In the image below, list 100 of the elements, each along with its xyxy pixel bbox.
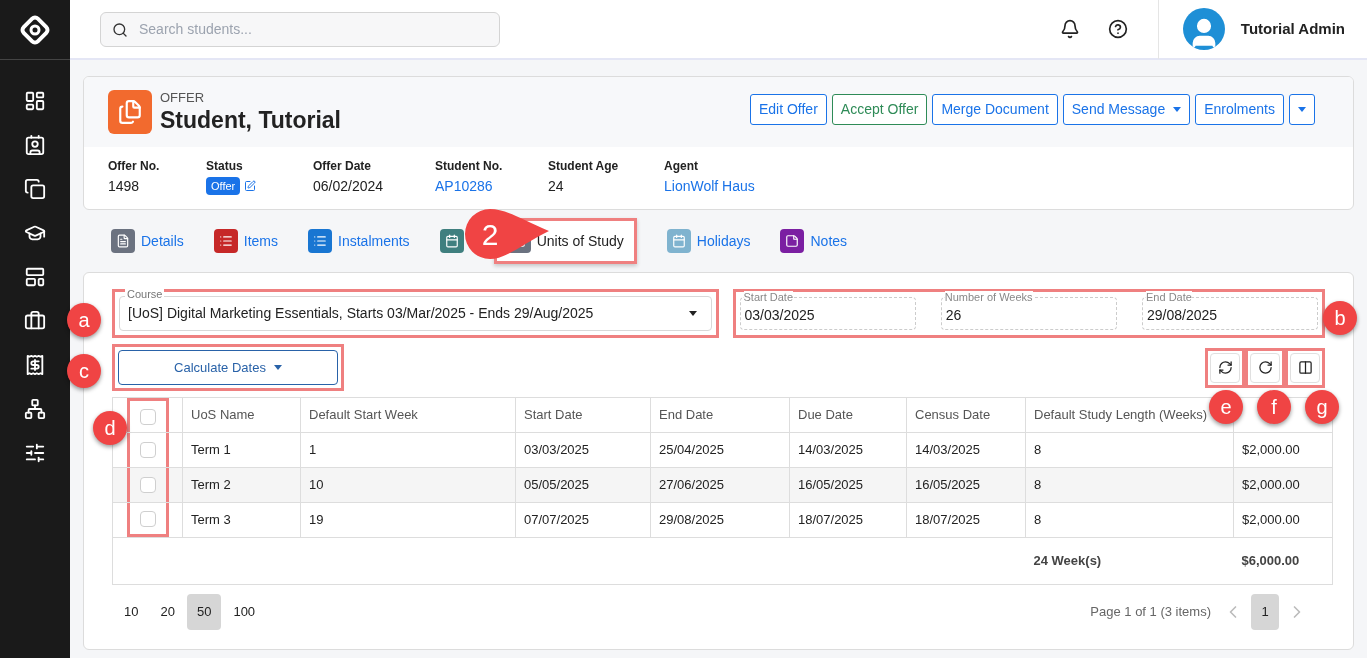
field-label: Offer Date [313,158,372,175]
field-value: 1498 [108,177,141,196]
action-button[interactable]: Edit Offer [749,93,827,125]
sidebar-nav-icon[interactable] [24,354,46,376]
field-label: End Date [1146,291,1192,303]
sidebar-nav-icon[interactable] [24,90,46,112]
more-actions-button[interactable] [1289,93,1315,125]
sidebar-nav-icon[interactable] [24,398,46,420]
callout-badge: f [1257,390,1291,424]
rotate-icon [1257,360,1273,375]
callout-badge: a [67,303,101,337]
page-button[interactable]: 1 [1251,594,1279,630]
table-cell: $2,000.00 [1233,432,1333,468]
caret-icon [1298,106,1306,112]
column-header[interactable]: Due Date [789,397,907,433]
sidebar-nav-icon[interactable] [24,442,46,464]
table-cell: 05/05/2025 [515,467,651,503]
caret-icon [273,365,282,370]
table-cell: 18/07/2025 [906,502,1026,538]
callout-badge: d [93,411,127,445]
action-button[interactable]: Enrolments [1195,93,1284,125]
tab[interactable]: Notes [780,218,848,264]
edit-icon[interactable] [244,180,257,192]
page-info: Page 1 of 1 (3 items) [1090,603,1211,622]
tab[interactable]: Details [111,218,184,264]
user-name: Tutorial Admin [1240,18,1345,39]
field-value: 06/02/2024 [313,177,385,196]
status-badge: Offer [206,176,241,196]
field-label: Agent [664,158,699,175]
checkbox[interactable] [139,408,156,425]
action-button[interactable]: Accept Offer [831,93,928,125]
column-header[interactable]: Start Date [515,397,651,433]
columns-icon [1297,360,1313,375]
field-label: Student No. [435,158,504,175]
checkbox[interactable] [139,477,156,493]
offer-label: OFFER [160,90,206,106]
sidebar-nav-icon[interactable] [24,134,46,156]
table-cell: 14/03/2025 [906,432,1026,468]
column-header[interactable]: UoS Name [182,397,301,433]
field-value: 24 [548,177,565,196]
checkbox[interactable] [139,510,156,527]
offer-title: Student, Tutorial [160,106,341,134]
table-cell: $2,000.00 [1233,502,1333,538]
caret-icon [688,311,697,316]
sidebar-nav-icon[interactable] [24,310,46,332]
page-size-option[interactable]: 100 [223,594,266,630]
field-label: Start Date [743,291,794,303]
table-cell: 03/03/2025 [515,432,651,468]
sidebar-nav-icon[interactable] [24,178,46,200]
field-link[interactable]: LionWolf Haus [664,175,784,197]
table-cell: Term 3 [182,502,301,538]
total-amount: $6,000.00 [1233,537,1333,585]
table-cell: 25/04/2025 [650,432,790,468]
table-cell: 07/07/2025 [515,502,651,538]
user-avatar[interactable] [1182,8,1225,50]
column-header[interactable]: End Date [650,397,790,433]
field-label: Number of Weeks [944,291,1033,303]
field-label: Course [125,288,165,301]
table-cell: Term 1 [182,432,301,468]
search-field[interactable]: Search students... [100,11,500,47]
table-cell: 16/05/2025 [789,467,907,503]
table-cell: $2,000.00 [1233,467,1333,503]
caret-icon [1173,106,1182,112]
notification-bell-icon[interactable] [1059,19,1080,39]
callout-badge: c [67,354,101,388]
calculate-dates-button[interactable]: Calculate Dates [118,350,338,385]
table-cell: 16/05/2025 [906,467,1026,503]
page-size-option[interactable]: 50 [186,594,222,630]
table-cell: 10 [300,467,516,503]
column-header[interactable]: Default Start Week [300,397,516,433]
checkbox[interactable] [139,442,156,458]
table-cell: 8 [1025,502,1234,538]
help-icon[interactable] [1107,19,1128,39]
table-cell: 14/03/2025 [789,432,907,468]
table-cell: 19 [300,502,516,538]
refresh-icon [1217,360,1233,375]
table-cell: 18/07/2025 [789,502,907,538]
field-label: Student Age [548,158,620,175]
action-button[interactable]: Send Message [1062,93,1191,125]
tab[interactable]: Items [213,218,279,264]
tab[interactable]: Instalments [308,218,410,264]
field-link[interactable]: AP10286 [435,175,548,197]
field-label: Status [206,158,244,175]
table-cell: 29/08/2025 [650,502,790,538]
callout-badge: b [1323,301,1357,335]
table-cell: Term 2 [182,467,301,503]
table-cell: 1 [300,432,516,468]
action-button[interactable]: Merge Document [932,93,1058,125]
total-weeks: 24 Week(s) [1025,537,1234,585]
column-header[interactable]: Census Date [906,397,1026,433]
sidebar-nav-icon[interactable] [24,266,46,288]
page-size-option[interactable]: 10 [114,594,149,630]
search-icon [112,21,128,38]
offer-icon [108,90,152,134]
callout-badge: e [1209,390,1243,424]
tab[interactable]: Holidays [666,218,751,264]
table-cell: 8 [1025,432,1234,468]
page-size-option[interactable]: 20 [150,594,185,630]
callout-badge: g [1305,390,1339,424]
field-label: Offer No. [108,158,161,175]
